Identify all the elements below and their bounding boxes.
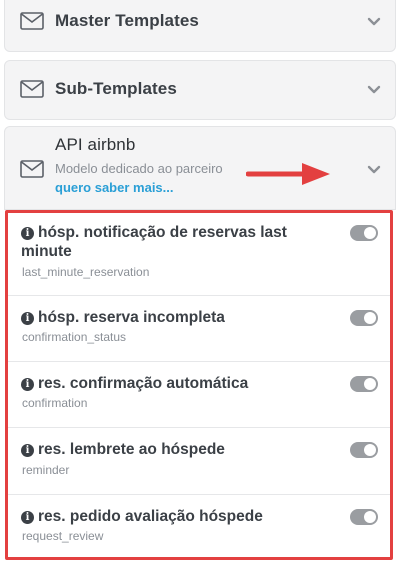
accordion-sub-templates[interactable]: Sub-Templates [4, 60, 396, 120]
toggle-knob [364, 227, 376, 239]
info-icon[interactable]: i [21, 444, 34, 457]
accordion-title: API airbnb [55, 135, 136, 154]
template-row-last-minute-reservation: i hósp. notificação de reservas last minu… [8, 213, 390, 296]
template-toggle[interactable] [350, 376, 378, 392]
info-icon[interactable]: i [21, 312, 34, 325]
template-code: reminder [22, 463, 70, 477]
template-code: last_minute_reservation [22, 265, 150, 279]
template-row-confirmation: i res. confirmação automática confirmatio… [8, 362, 390, 428]
template-label: i hósp. notificação de reservas last minu… [21, 223, 341, 261]
toggle-knob [364, 444, 376, 456]
info-icon[interactable]: i [21, 511, 34, 524]
envelope-icon [20, 80, 44, 98]
chevron-down-icon[interactable] [367, 85, 381, 95]
template-label-text: hósp. reserva incompleta [38, 309, 225, 326]
template-label: i res. pedido avaliação hóspede [21, 507, 341, 526]
template-list: i hósp. notificação de reservas last minu… [5, 210, 393, 560]
template-code: confirmation [22, 396, 88, 410]
accordion-api-airbnb[interactable]: API airbnb Modelo dedicado ao parceiro q… [4, 126, 396, 210]
template-row-confirmation-status: i hósp. reserva incompleta confirmation_s… [8, 296, 390, 362]
template-toggle[interactable] [350, 509, 378, 525]
toggle-knob [364, 312, 376, 324]
accordion-title: Sub-Templates [55, 79, 177, 98]
template-toggle[interactable] [350, 225, 378, 241]
template-toggle[interactable] [350, 442, 378, 458]
template-label: i res. confirmação automática [21, 374, 341, 393]
envelope-icon [20, 160, 44, 178]
template-label-text: res. confirmação automática [38, 375, 249, 392]
envelope-icon [20, 12, 44, 30]
template-row-reminder: i res. lembrete ao hóspede reminder [8, 428, 390, 495]
accordion-subtitle: Modelo dedicado ao parceiro [55, 161, 223, 176]
learn-more-link[interactable]: quero saber mais... [55, 180, 174, 195]
info-icon[interactable]: i [21, 378, 34, 391]
template-label: i hósp. reserva incompleta [21, 308, 341, 327]
info-icon[interactable]: i [21, 227, 34, 240]
template-row-request-review: i res. pedido avaliação hóspede request_r… [8, 495, 390, 557]
template-code: confirmation_status [22, 330, 127, 344]
template-toggle[interactable] [350, 310, 378, 326]
template-label: i res. lembrete ao hóspede [21, 440, 341, 459]
template-label-text: res. pedido avaliação hóspede [38, 508, 263, 525]
accordion-master-templates[interactable]: Master Templates [4, 0, 396, 52]
chevron-down-icon[interactable] [367, 165, 381, 175]
template-label-text: res. lembrete ao hóspede [38, 441, 225, 458]
arrow-right-icon [246, 163, 330, 185]
accordion-title: Master Templates [55, 11, 199, 30]
template-code: request_review [22, 529, 104, 543]
toggle-knob [364, 378, 376, 390]
template-label-text: hósp. notificação de reservas last minut… [21, 224, 287, 260]
chevron-down-icon[interactable] [367, 17, 381, 27]
toggle-knob [364, 511, 376, 523]
